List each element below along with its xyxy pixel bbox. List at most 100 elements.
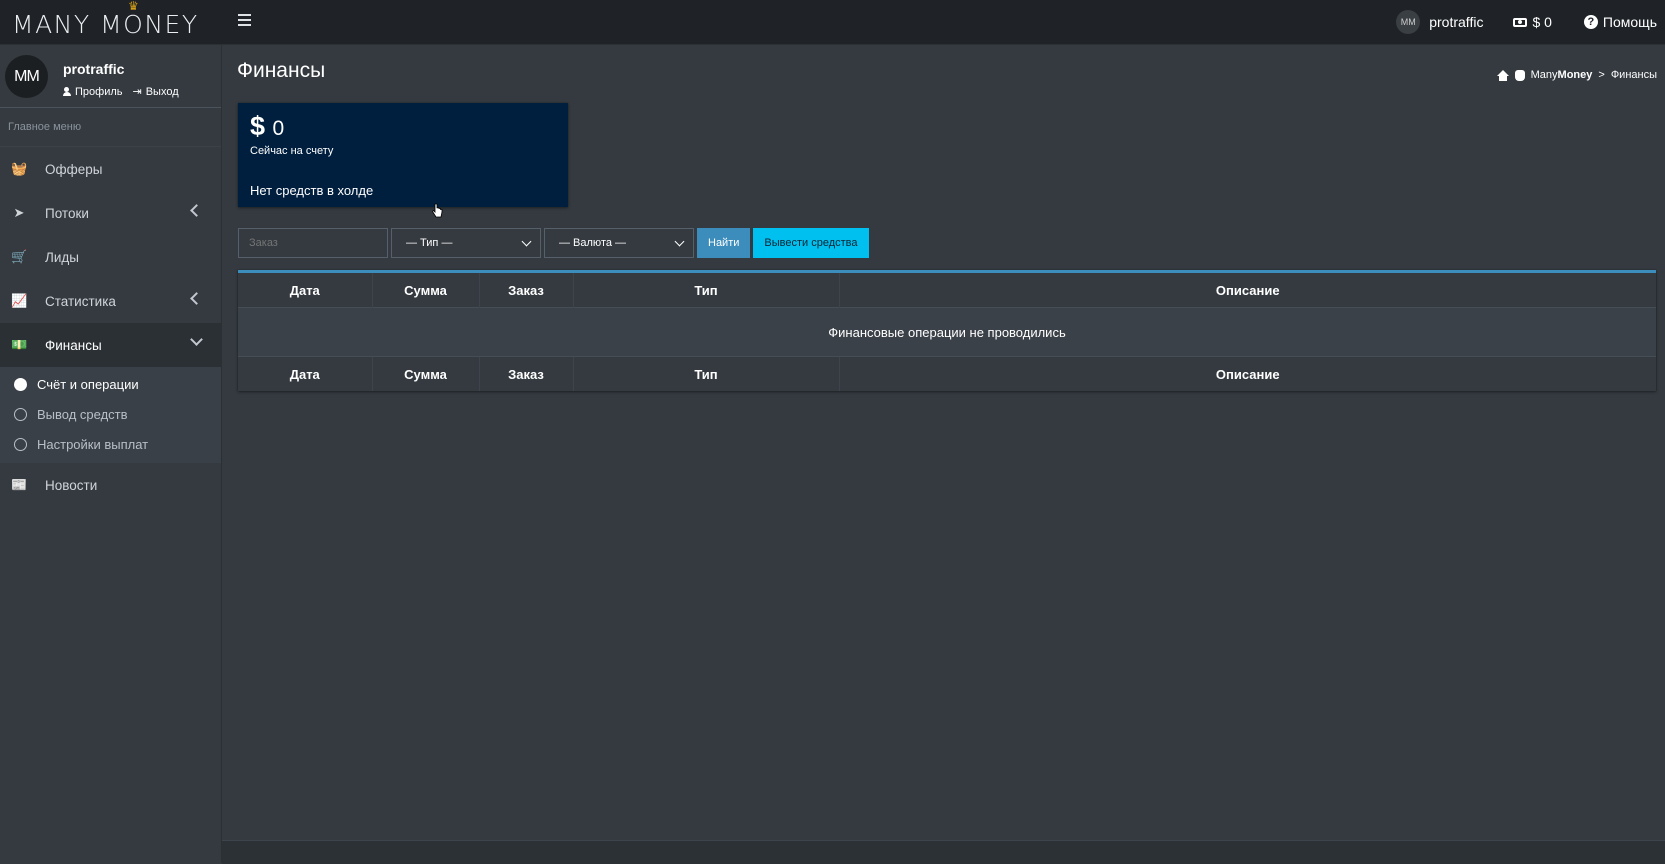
chevron-left-icon bbox=[190, 292, 203, 305]
finance-submenu: Счёт и операции Вывод средств Настройки … bbox=[0, 367, 221, 463]
chevron-down-icon bbox=[521, 236, 532, 247]
sidebar-item-leads[interactable]: 🛒 Лиды bbox=[0, 235, 221, 279]
top-navbar: MANY MONEY ♛ MM protraffic $ 0 ? Помощь bbox=[0, 0, 1665, 45]
logout-link-label: Выход bbox=[145, 85, 179, 98]
paper-plane-icon: ➤ bbox=[13, 205, 25, 220]
filter-bar: — Тип — — Валюта — Найти Вывести средств… bbox=[238, 228, 869, 258]
home-icon[interactable] bbox=[1496, 69, 1509, 81]
table-row: Финансовые операции не проводились bbox=[238, 307, 1656, 357]
user-links: Профиль ⇥ Выход bbox=[63, 85, 179, 98]
column-footer-order: Заказ bbox=[479, 356, 574, 391]
table-footer-row: Дата Сумма Заказ Тип Описание bbox=[238, 356, 1656, 391]
avatar: MM bbox=[5, 55, 48, 98]
column-footer-date: Дата bbox=[238, 356, 373, 391]
currency-select[interactable]: — Валюта — bbox=[544, 228, 694, 258]
withdraw-button[interactable]: Вывести средства bbox=[753, 228, 869, 258]
operations-table: Дата Сумма Заказ Тип Описание Финансовые… bbox=[238, 273, 1656, 391]
sidebar-item-news[interactable]: 📰 Новости bbox=[0, 463, 221, 507]
chart-icon: 📈 bbox=[11, 293, 28, 308]
type-select[interactable]: — Тип — bbox=[391, 228, 541, 258]
hand-cursor-icon bbox=[431, 203, 443, 218]
help-icon: ? bbox=[1583, 15, 1598, 29]
money-bag-icon bbox=[1514, 69, 1525, 81]
top-username: protraffic bbox=[1429, 14, 1484, 30]
breadcrumb: ManyMoney > Финансы bbox=[1496, 69, 1657, 81]
sidebar-item-label: Лиды bbox=[45, 249, 79, 265]
balance-value: 0 bbox=[272, 117, 285, 140]
breadcrumb-separator: > bbox=[1598, 69, 1605, 81]
balance-card: $ 0 Сейчас на счету Нет средств в холде bbox=[238, 103, 568, 207]
page-title: Финансы bbox=[237, 59, 326, 82]
circle-filled-icon bbox=[14, 377, 27, 391]
breadcrumb-current: Финансы bbox=[1610, 69, 1657, 81]
chevron-left-icon bbox=[190, 204, 203, 217]
chevron-down-icon bbox=[190, 333, 203, 346]
subnav-item-label: Вывод средств bbox=[37, 406, 128, 422]
cart-icon: 🛒 bbox=[11, 249, 28, 264]
basket-icon: 🧺 bbox=[11, 161, 28, 176]
sidebar-item-label: Финансы bbox=[45, 337, 102, 353]
balance-amount: $ 0 bbox=[250, 111, 284, 142]
menu-header: Главное меню bbox=[0, 108, 221, 147]
currency-select-value: — Валюта — bbox=[559, 237, 627, 249]
hold-status: Нет средств в холде bbox=[250, 183, 374, 198]
top-balance[interactable]: $ 0 bbox=[1513, 14, 1552, 30]
sidebar-item-offers[interactable]: 🧺 Офферы bbox=[0, 147, 221, 191]
user-icon bbox=[63, 87, 71, 96]
subnav-item-label: Счёт и операции bbox=[37, 376, 139, 392]
help-label: Помощь bbox=[1602, 14, 1657, 30]
money-icon: 💵 bbox=[11, 337, 28, 352]
breadcrumb-site-plain: Many bbox=[1530, 69, 1558, 81]
column-header-amount[interactable]: Сумма bbox=[372, 273, 480, 308]
money-icon bbox=[1513, 17, 1528, 27]
breadcrumb-site-link[interactable]: ManyMoney bbox=[1531, 69, 1593, 81]
hamburger-icon[interactable] bbox=[238, 11, 251, 29]
logo-text: MANY MONEY bbox=[12, 10, 199, 39]
column-header-type[interactable]: Тип bbox=[573, 273, 840, 308]
sidebar-item-label: Потоки bbox=[45, 205, 89, 221]
app-logo[interactable]: MANY MONEY ♛ bbox=[12, 0, 199, 39]
circle-outline-icon bbox=[14, 437, 27, 451]
page-footer bbox=[222, 840, 1665, 864]
operations-table-box: Дата Сумма Заказ Тип Описание Финансовые… bbox=[238, 270, 1656, 391]
subnav-item-withdrawal[interactable]: Вывод средств bbox=[0, 399, 221, 429]
find-button[interactable]: Найти bbox=[697, 228, 751, 258]
crown-icon: ♛ bbox=[128, 0, 141, 13]
order-input[interactable] bbox=[238, 228, 388, 258]
profile-link-label: Профиль bbox=[75, 85, 123, 98]
top-right-nav: MM protraffic $ 0 ? Помощь bbox=[1396, 0, 1657, 44]
avatar: MM bbox=[1396, 10, 1421, 34]
subnav-item-label: Настройки выплат bbox=[37, 436, 149, 452]
sidebar-item-label: Статистика bbox=[45, 293, 116, 309]
sidebar-item-label: Офферы bbox=[45, 161, 103, 177]
column-footer-description: Описание bbox=[1215, 366, 1280, 382]
sidebar-item-finance[interactable]: 💵 Финансы bbox=[0, 323, 221, 367]
sidebar-item-statistics[interactable]: 📈 Статистика bbox=[0, 279, 221, 323]
top-balance-value: $ 0 bbox=[1532, 14, 1552, 30]
logout-icon: ⇥ bbox=[132, 86, 142, 98]
subnav-item-account-operations[interactable]: Счёт и операции bbox=[0, 369, 221, 399]
sidebar-item-streams[interactable]: ➤ Потоки bbox=[0, 191, 221, 235]
column-header-order[interactable]: Заказ bbox=[479, 273, 574, 308]
sidebar-username: protraffic bbox=[63, 61, 125, 77]
empty-table-message: Финансовые операции не проводились bbox=[238, 307, 1656, 357]
sidebar-item-label: Новости bbox=[45, 477, 98, 493]
circle-outline-icon bbox=[14, 407, 27, 421]
currency-symbol: $ bbox=[250, 111, 266, 141]
table-header-row: Дата Сумма Заказ Тип Описание bbox=[238, 273, 1656, 308]
column-header-description[interactable]: Описание bbox=[839, 273, 1656, 308]
column-footer-amount: Сумма bbox=[372, 356, 480, 391]
subnav-item-payout-settings[interactable]: Настройки выплат bbox=[0, 429, 221, 459]
user-panel: MM protraffic Профиль ⇥ Выход bbox=[0, 45, 221, 108]
type-select-value: — Тип — bbox=[406, 237, 453, 249]
help-link[interactable]: ? Помощь bbox=[1583, 14, 1657, 30]
column-footer-type: Тип bbox=[573, 356, 840, 391]
sidebar: MM protraffic Профиль ⇥ Выход Главное ме… bbox=[0, 45, 222, 863]
main-content: Финансы ManyMoney > Финансы $ 0 Сейчас н… bbox=[222, 45, 1665, 863]
top-user-menu[interactable]: MM protraffic bbox=[1396, 10, 1483, 34]
column-header-date[interactable]: Дата bbox=[238, 273, 373, 308]
chevron-down-icon bbox=[674, 236, 685, 247]
profile-link[interactable]: Профиль bbox=[63, 85, 123, 98]
logout-link[interactable]: ⇥ Выход bbox=[132, 85, 179, 99]
newspaper-icon: 📰 bbox=[11, 477, 28, 492]
